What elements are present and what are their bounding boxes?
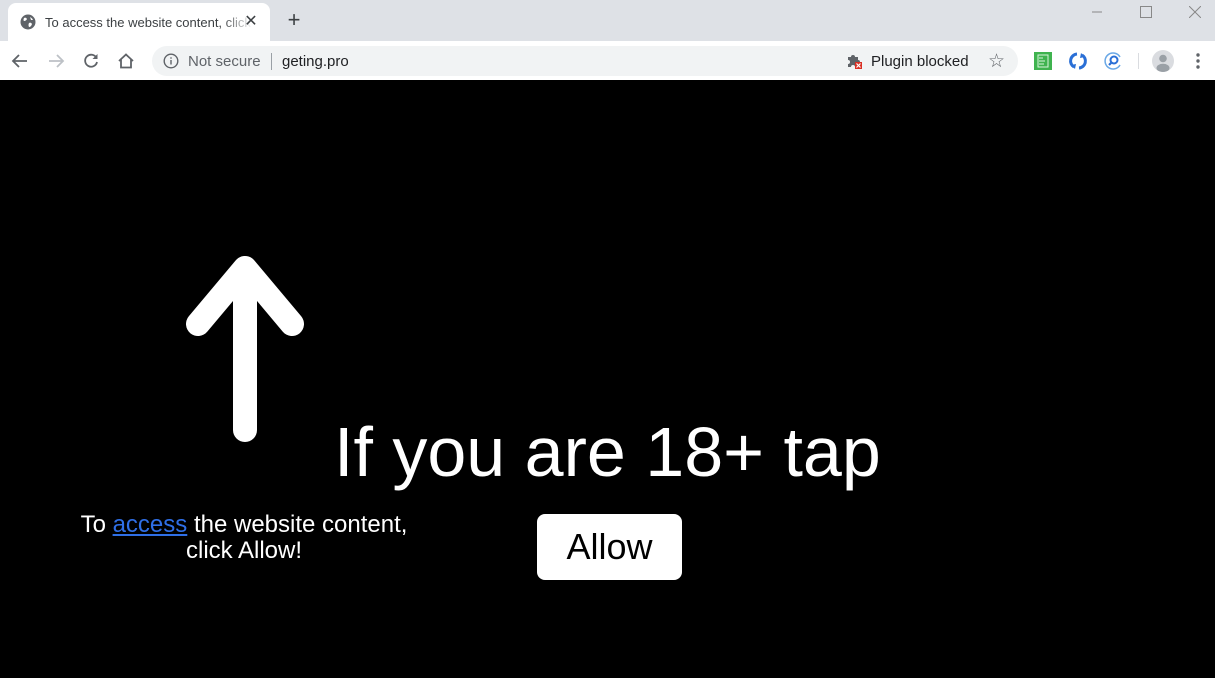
- globe-icon: [20, 14, 36, 30]
- forward-arrow-icon: [49, 54, 65, 68]
- back-arrow-icon: [11, 54, 27, 68]
- instruction-middle: the website content,: [187, 511, 408, 538]
- bookmark-star-icon[interactable]: ☆: [988, 50, 1005, 73]
- sync-extension-icon[interactable]: [1068, 51, 1088, 71]
- minimize-button[interactable]: [1072, 0, 1122, 24]
- menu-kebab-icon[interactable]: [1190, 51, 1206, 71]
- instruction-prefix: To: [80, 511, 113, 538]
- reload-button[interactable]: [79, 49, 103, 73]
- url-text[interactable]: geting.pro: [282, 53, 349, 70]
- tab-title: To access the website content, click All…: [45, 14, 253, 30]
- window-close-icon: [1189, 6, 1201, 18]
- reload-icon: [84, 53, 98, 68]
- minimize-icon: [1092, 11, 1102, 13]
- maximize-icon: [1140, 6, 1152, 18]
- instruction-line2: click Allow!: [185, 537, 303, 564]
- person-icon: [1156, 54, 1170, 72]
- profile-avatar[interactable]: [1152, 50, 1174, 72]
- home-icon: [118, 53, 134, 69]
- browser-titlebar: To access the website content, click All…: [0, 0, 1215, 41]
- omnibox-divider: [271, 53, 272, 70]
- sheets-extension-icon[interactable]: [1033, 51, 1053, 71]
- instruction-text: To access the website content, click All…: [52, 512, 436, 564]
- search-extension-icon[interactable]: [1103, 51, 1123, 71]
- window-close-button[interactable]: [1170, 0, 1215, 24]
- home-button[interactable]: [114, 49, 138, 73]
- plugin-blocked-icon[interactable]: [845, 52, 863, 70]
- page-content: If you are 18+ tap To access the website…: [0, 80, 1215, 678]
- tab-close-icon[interactable]: ✕: [242, 13, 260, 31]
- browser-toolbar: Not secure geting.pro Plugin blocked ☆: [0, 41, 1215, 80]
- security-status[interactable]: Not secure: [188, 53, 261, 70]
- back-button[interactable]: [8, 49, 32, 73]
- up-arrow-icon: [186, 256, 304, 442]
- allow-button[interactable]: Allow: [537, 514, 682, 580]
- address-bar[interactable]: Not secure geting.pro Plugin blocked ☆: [152, 46, 1018, 76]
- access-link[interactable]: access: [113, 511, 188, 538]
- forward-button[interactable]: [44, 49, 68, 73]
- new-tab-button[interactable]: +: [282, 8, 306, 32]
- toolbar-divider: [1138, 53, 1139, 69]
- age-headline: If you are 18+ tap: [334, 413, 881, 491]
- plugin-blocked-label[interactable]: Plugin blocked: [871, 53, 969, 70]
- info-icon[interactable]: [163, 53, 179, 69]
- browser-tab[interactable]: To access the website content, click All…: [8, 3, 270, 41]
- maximize-button[interactable]: [1121, 0, 1171, 24]
